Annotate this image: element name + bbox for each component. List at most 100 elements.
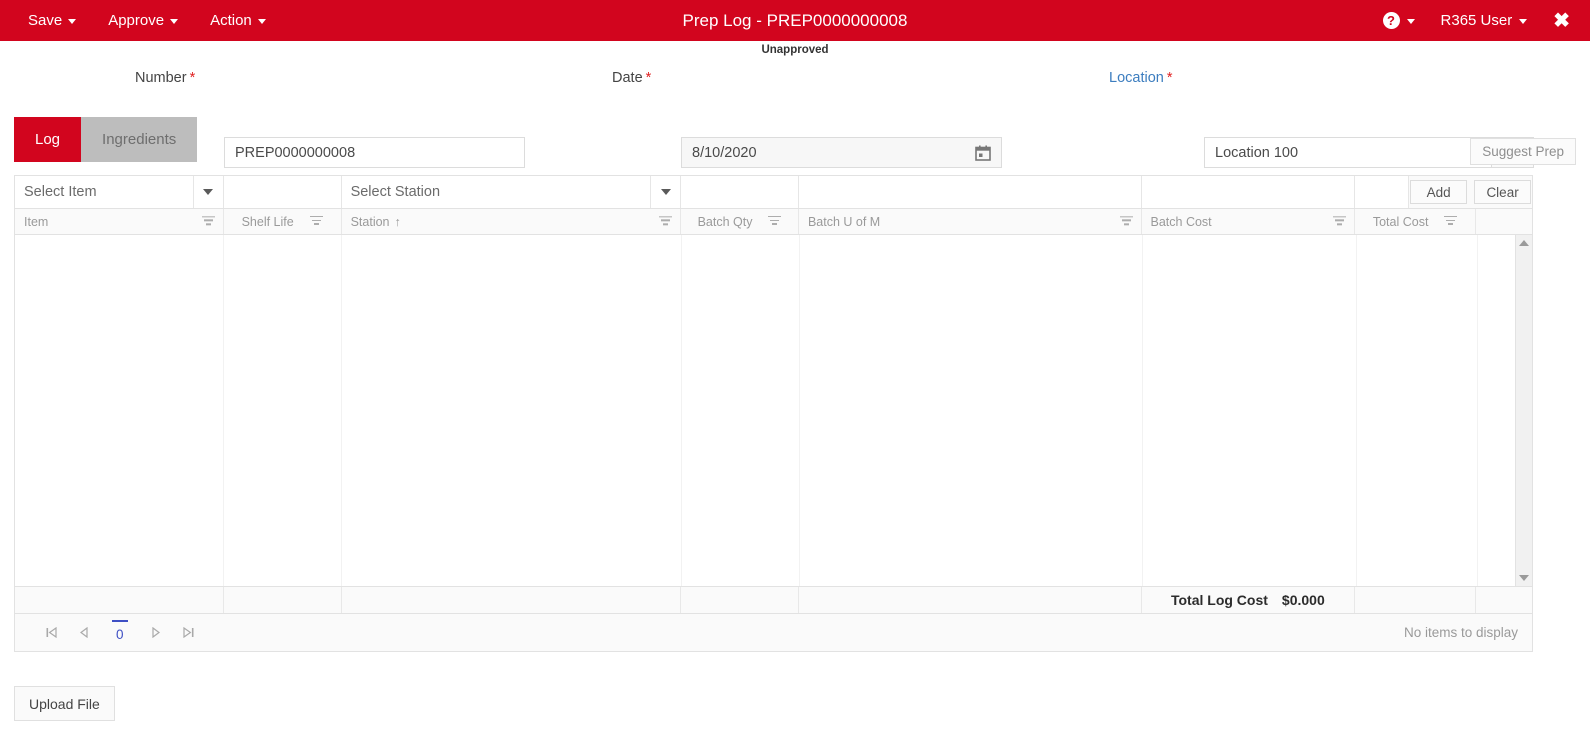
- number-input[interactable]: PREP0000000008: [224, 137, 525, 168]
- grid-pager: 0 No items to display: [15, 613, 1532, 651]
- grid-body-column: [1143, 235, 1357, 586]
- column-header-batch-qty-label: Batch Qty: [697, 214, 753, 229]
- date-input[interactable]: 8/10/2020: [681, 137, 1002, 168]
- topbar-right-group: ? R365 User ✖: [1382, 11, 1590, 31]
- sort-ascending-icon: ↑: [394, 214, 401, 229]
- status-badge: Unapproved: [761, 44, 829, 56]
- required-marker: *: [1166, 70, 1173, 86]
- scroll-down-icon[interactable]: [1519, 575, 1529, 581]
- upload-file-button[interactable]: Upload File: [14, 686, 115, 721]
- field-number: Number *: [135, 70, 195, 86]
- column-header-batch-uom[interactable]: Batch U of M: [799, 209, 1142, 234]
- total-cell-blank: [224, 587, 342, 613]
- column-header-batch-uom-label: Batch U of M: [807, 214, 881, 229]
- menu-approve[interactable]: Approve: [108, 12, 179, 29]
- filter-icon[interactable]: [1333, 215, 1347, 227]
- total-log-cost-value: $0.000: [1281, 592, 1325, 608]
- pager-previous-button[interactable]: [79, 627, 90, 638]
- add-button[interactable]: Add: [1410, 180, 1468, 204]
- filter-icon[interactable]: [768, 215, 782, 227]
- user-menu[interactable]: R365 User: [1441, 12, 1528, 29]
- pager-navigation: 0: [29, 619, 194, 642]
- required-marker: *: [645, 70, 652, 86]
- grid-body-column: [224, 235, 342, 586]
- grid-header-row: Item Shelf Life Station ↑ Batch Qty Batc…: [15, 208, 1532, 235]
- location-label[interactable]: Location *: [1109, 70, 1172, 86]
- date-input-value: 8/10/2020: [692, 144, 757, 161]
- chevron-down-icon: [203, 189, 214, 195]
- date-label: Date *: [612, 70, 652, 86]
- entry-batch-cost-input[interactable]: [1141, 176, 1356, 208]
- pager-first-button[interactable]: [46, 627, 57, 638]
- entry-station-dropdown-button[interactable]: [650, 176, 681, 208]
- filter-icon[interactable]: [309, 215, 323, 227]
- chevron-down-icon: [1406, 19, 1415, 24]
- entry-station-select[interactable]: Select Station: [341, 176, 682, 208]
- tab-ingredients-label: Ingredients: [102, 131, 177, 148]
- location-input[interactable]: Location 100: [1204, 137, 1492, 168]
- calendar-icon[interactable]: [975, 145, 991, 161]
- entry-item-select[interactable]: Select Item: [15, 176, 224, 208]
- grid-empty-message: No items to display: [1403, 625, 1518, 640]
- entry-batch-qty-input[interactable]: [681, 176, 799, 208]
- pager-page-0[interactable]: 0: [112, 619, 128, 642]
- column-header-total-cost-label: Total Cost: [1372, 214, 1429, 229]
- clear-button[interactable]: Clear: [1474, 180, 1532, 204]
- entry-batch-uom-input[interactable]: [798, 176, 1142, 208]
- number-label: Number *: [135, 70, 196, 86]
- menu-action-label: Action: [210, 12, 252, 29]
- form-fields-row: Number * PREP0000000008 Date * 8/10/2020 L…: [0, 60, 1590, 168]
- total-cell-blank: [1476, 587, 1532, 613]
- column-header-item-label: Item: [24, 214, 49, 229]
- filter-icon[interactable]: [201, 215, 215, 227]
- column-header-spacer: [1476, 209, 1532, 234]
- pager-last-button[interactable]: [182, 627, 194, 638]
- total-cell-blank: [681, 587, 799, 613]
- column-header-station[interactable]: Station ↑: [342, 209, 682, 234]
- grid-empty-rows: [15, 235, 1515, 586]
- close-icon[interactable]: ✖: [1553, 11, 1570, 31]
- grid-body-column: [1478, 235, 1515, 586]
- grid-vertical-scrollbar[interactable]: [1515, 235, 1532, 586]
- menu-save-label: Save: [28, 12, 63, 29]
- chevron-down-icon: [68, 19, 77, 24]
- entry-total-cost-input: [1355, 176, 1410, 208]
- column-header-batch-cost[interactable]: Batch Cost: [1142, 209, 1356, 234]
- entry-shelf-life-input[interactable]: [223, 176, 342, 208]
- entry-actions: Add Clear: [1409, 176, 1532, 208]
- field-date: Date *: [612, 70, 651, 86]
- menu-save[interactable]: Save: [28, 12, 77, 29]
- tab-bar: Log Ingredients: [14, 117, 198, 162]
- required-marker: *: [189, 70, 196, 86]
- tab-ingredients[interactable]: Ingredients: [81, 117, 198, 162]
- filter-icon[interactable]: [1444, 215, 1458, 227]
- pager-next-button[interactable]: [150, 627, 161, 638]
- grid-body-column: [800, 235, 1143, 586]
- help-menu[interactable]: ?: [1382, 12, 1415, 29]
- entry-station-placeholder: Select Station: [350, 184, 441, 200]
- location-input-value: Location 100: [1215, 144, 1299, 161]
- scroll-up-icon[interactable]: [1519, 240, 1529, 246]
- entry-item-placeholder: Select Item: [24, 184, 97, 200]
- field-location: Location *: [1109, 70, 1172, 86]
- menu-action[interactable]: Action: [210, 12, 266, 29]
- column-header-batch-cost-label: Batch Cost: [1150, 214, 1212, 229]
- prep-log-grid: Select Item Select Station Add Clear Ite…: [14, 175, 1533, 652]
- filter-icon[interactable]: [659, 215, 673, 227]
- menu-approve-label: Approve: [108, 12, 165, 29]
- grid-body: [15, 235, 1532, 586]
- total-cell-blank: [15, 587, 224, 613]
- column-header-shelf-life[interactable]: Shelf Life: [224, 209, 342, 234]
- tab-log[interactable]: Log: [14, 117, 82, 162]
- suggest-prep-button[interactable]: Suggest Prep: [1470, 138, 1576, 165]
- entry-item-dropdown-button[interactable]: [192, 176, 223, 208]
- grid-body-column: [682, 235, 800, 586]
- column-header-station-label: Station: [350, 214, 390, 229]
- total-cell-blank: [342, 587, 682, 613]
- column-header-shelf-life-label: Shelf Life: [241, 214, 294, 229]
- total-cell-blank: [1355, 587, 1477, 613]
- column-header-total-cost[interactable]: Total Cost: [1355, 209, 1477, 234]
- filter-icon[interactable]: [1119, 215, 1133, 227]
- column-header-item[interactable]: Item: [15, 209, 224, 234]
- column-header-batch-qty[interactable]: Batch Qty: [681, 209, 799, 234]
